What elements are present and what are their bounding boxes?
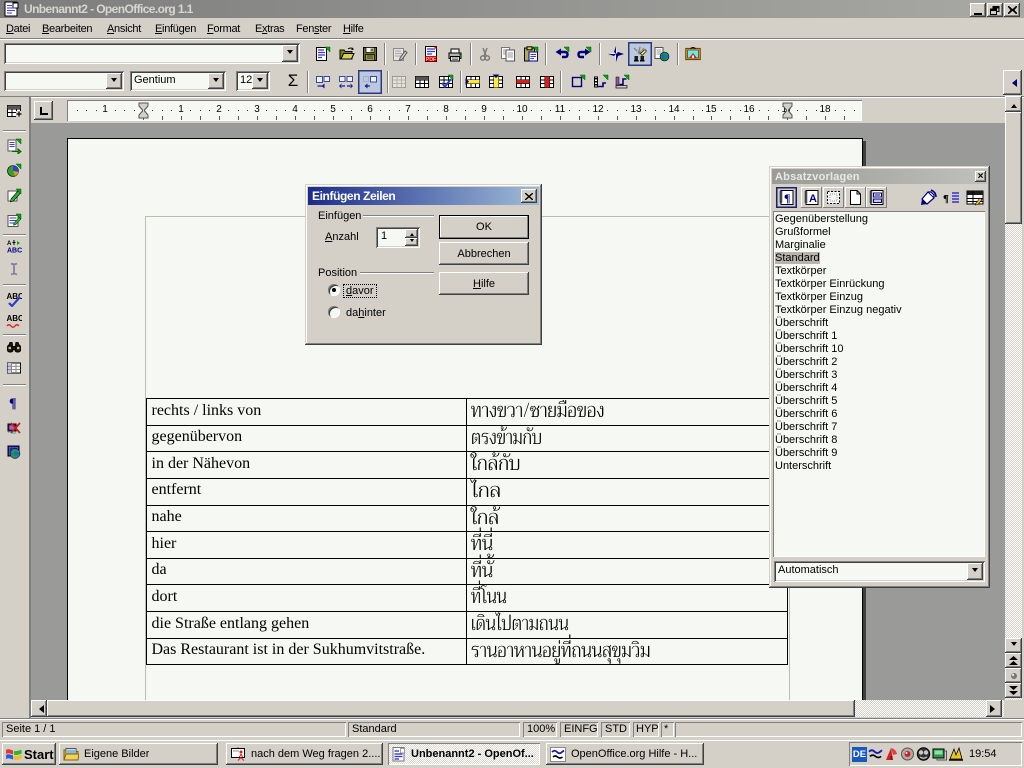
svg-text:¶: ¶	[943, 193, 949, 205]
svg-text:ABC: ABC	[7, 314, 23, 323]
svg-text:¶: ¶	[9, 397, 17, 411]
svg-text:ABC: ABC	[7, 292, 23, 301]
svg-text:PDF: PDF	[426, 57, 436, 62]
svg-text:A: A	[7, 241, 12, 247]
svg-text:ABC: ABC	[7, 248, 22, 255]
svg-text:A: A	[809, 193, 817, 205]
svg-text:¶: ¶	[784, 191, 790, 205]
